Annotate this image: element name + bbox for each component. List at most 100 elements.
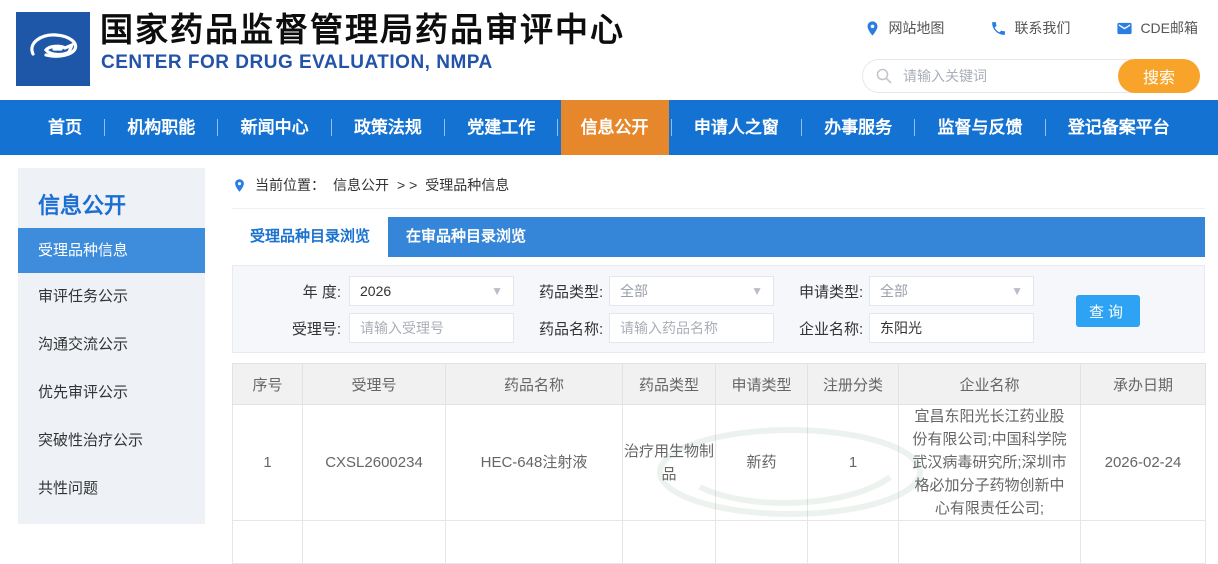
chevron-down-icon: ▼ bbox=[1011, 284, 1023, 298]
nav-separator bbox=[670, 119, 672, 136]
column-header-2: 药品名称 bbox=[445, 363, 623, 405]
nav-item-2[interactable]: 新闻中心 bbox=[221, 100, 329, 155]
tab-under-review-catalog[interactable]: 在审品种目录浏览 bbox=[388, 217, 544, 257]
nav-separator bbox=[801, 119, 803, 136]
sitemap-label: 网站地图 bbox=[888, 20, 945, 36]
contact-link[interactable]: 联系我们 bbox=[990, 18, 1070, 38]
table-header-row: 序号 受理号 药品名称 药品类型 申请类型 注册分类 企业名称 承办日期 bbox=[232, 363, 1206, 405]
title-block: 国家药品监督管理局药品审评中心 CENTER FOR DRUG EVALUATI… bbox=[100, 10, 625, 74]
apply-type-label: 申请类型: bbox=[799, 283, 864, 301]
drug-name-filter: 药品名称: bbox=[539, 313, 774, 343]
sidebar: 信息公开 受理品种信息 审评任务公示 沟通交流公示 优先审评公示 突破性治疗公示 共性问题 bbox=[18, 168, 205, 524]
apply-type-filter: 申请类型: 全部 ▼ bbox=[799, 276, 1034, 306]
column-header-0: 序号 bbox=[232, 363, 303, 405]
site-search-bar: 搜索 bbox=[862, 59, 1200, 93]
column-header-3: 药品类型 bbox=[622, 363, 716, 405]
acceptance-no-label: 受理号: bbox=[291, 320, 341, 338]
cde-mail-link[interactable]: CDE邮箱 bbox=[1116, 18, 1198, 38]
main-nav: 首页 机构职能 新闻中心 政策法规 党建工作 信息公开 申请人之窗 办事服务 监督与反馈 登记备案… bbox=[0, 100, 1218, 155]
filter-row-1: 年 度: 2026 ▼ 药品类型: 全部 ▼ 申请类型: 全部 ▼ bbox=[233, 276, 1204, 306]
nav-item-4[interactable]: 党建工作 bbox=[447, 100, 555, 155]
nav-separator bbox=[557, 119, 559, 136]
filter-panel: 年 度: 2026 ▼ 药品类型: 全部 ▼ 申请类型: 全部 ▼ 受理号: 请… bbox=[232, 265, 1205, 353]
nav-item-1[interactable]: 机构职能 bbox=[107, 100, 215, 155]
sidebar-item-2[interactable]: 沟通交流公示 bbox=[18, 321, 205, 369]
column-header-1: 受理号 bbox=[302, 363, 446, 405]
nav-item-6[interactable]: 申请人之窗 bbox=[674, 100, 799, 155]
drug-name-label: 药品名称: bbox=[539, 320, 604, 338]
sitemap-link[interactable]: 网站地图 bbox=[864, 18, 944, 38]
phone-icon bbox=[992, 21, 1006, 35]
company-name-filter: 企业名称: bbox=[799, 313, 1034, 343]
column-header-7: 承办日期 bbox=[1080, 363, 1206, 405]
table-row: 1 CXSL2600234 HEC-648注射液 治疗用生物制品 新药 1 宜昌东阳光长江药… bbox=[232, 404, 1206, 521]
nav-separator bbox=[330, 119, 332, 136]
quick-links: 网站地图 联系我们 CDE邮箱 bbox=[864, 18, 1198, 38]
sidebar-item-5[interactable]: 共性问题 bbox=[18, 465, 205, 513]
acceptance-no-filter: 受理号: bbox=[279, 313, 514, 343]
contact-label: 联系我们 bbox=[1014, 20, 1071, 36]
nav-separator bbox=[217, 119, 219, 136]
search-button[interactable]: 搜索 bbox=[1118, 59, 1200, 93]
table-cell: 1 bbox=[807, 404, 899, 521]
nav-separator bbox=[444, 119, 446, 136]
nav-item-3[interactable]: 政策法规 bbox=[334, 100, 442, 155]
drug-name-input[interactable] bbox=[609, 313, 774, 343]
column-header-6: 企业名称 bbox=[898, 363, 1081, 405]
table-cell: CXSL2600234 bbox=[302, 404, 446, 521]
year-filter: 年 度: 2026 ▼ bbox=[279, 276, 514, 306]
page-subtitle: CENTER FOR DRUG EVALUATION, NMPA bbox=[101, 52, 493, 73]
breadcrumb-current: 受理品种信息 bbox=[425, 177, 510, 193]
nav-separator bbox=[1044, 119, 1046, 136]
table-cell: 治疗用生物制品 bbox=[622, 404, 716, 521]
chevron-down-icon: ▼ bbox=[491, 284, 503, 298]
breadcrumb-prefix: 当前位置： bbox=[255, 177, 325, 193]
site-header: 国家药品监督管理局药品审评中心 CENTER FOR DRUG EVALUATI… bbox=[0, 0, 1218, 100]
drug-type-filter: 药品类型: 全部 ▼ bbox=[539, 276, 774, 306]
nav-item-0[interactable]: 首页 bbox=[28, 100, 102, 155]
drug-type-select[interactable]: 全部 ▼ bbox=[609, 276, 774, 306]
sidebar-item-3[interactable]: 优先审评公示 bbox=[18, 369, 205, 417]
filter-row-2: 受理号: 药品名称: 企业名称: bbox=[233, 313, 1204, 343]
breadcrumb-section[interactable]: 信息公开 bbox=[333, 175, 389, 195]
company-name-label: 企业名称: bbox=[799, 320, 864, 338]
company-name-input[interactable] bbox=[869, 313, 1034, 343]
apply-type-select[interactable]: 全部 ▼ bbox=[869, 276, 1034, 306]
search-input[interactable] bbox=[901, 67, 1118, 85]
sidebar-title: 信息公开 bbox=[38, 193, 127, 218]
nav-item-9[interactable]: 登记备案平台 bbox=[1048, 100, 1190, 155]
sidebar-item-0[interactable]: 受理品种信息 bbox=[18, 228, 205, 273]
tab-bar: 受理品种目录浏览 在审品种目录浏览 bbox=[232, 217, 1205, 257]
search-icon bbox=[876, 68, 892, 84]
results-table: 序号 受理号 药品名称 药品类型 申请类型 注册分类 企业名称 承办日期 1 CXSL26002… bbox=[232, 363, 1206, 564]
main-panel: 当前位置： 信息公开 > > 受理品种信息 受理品种目录浏览 在审品种目录浏览 年… bbox=[232, 155, 1206, 564]
sidebar-item-1[interactable]: 审评任务公示 bbox=[18, 273, 205, 321]
cde-mail-label: CDE邮箱 bbox=[1140, 20, 1198, 36]
location-pin-icon bbox=[235, 178, 244, 192]
nav-item-7[interactable]: 办事服务 bbox=[804, 100, 912, 155]
table-cell: 2026-02-24 bbox=[1080, 404, 1206, 521]
sidebar-item-4[interactable]: 突破性治疗公示 bbox=[18, 417, 205, 465]
tab-accepted-catalog[interactable]: 受理品种目录浏览 bbox=[232, 217, 388, 257]
chevron-down-icon: ▼ bbox=[751, 284, 763, 298]
table-cell: 新药 bbox=[715, 404, 808, 521]
year-select[interactable]: 2026 ▼ bbox=[349, 276, 514, 306]
column-header-5: 注册分类 bbox=[807, 363, 899, 405]
nav-separator bbox=[914, 119, 916, 136]
acceptance-no-input[interactable] bbox=[349, 313, 514, 343]
page-title: 国家药品监督管理局药品审评中心 bbox=[100, 11, 625, 48]
table-row-clipped bbox=[232, 520, 1206, 564]
envelope-icon bbox=[1117, 22, 1133, 34]
year-label: 年 度: bbox=[302, 283, 341, 301]
drug-type-label: 药品类型: bbox=[539, 283, 604, 301]
query-button[interactable]: 查询 bbox=[1076, 295, 1140, 327]
breadcrumb-separator: > > bbox=[397, 177, 418, 193]
nav-separator bbox=[104, 119, 106, 136]
cde-logo bbox=[16, 12, 90, 86]
table-cell: HEC-648注射液 bbox=[445, 404, 623, 521]
breadcrumb: 当前位置： 信息公开 > > 受理品种信息 bbox=[232, 175, 1205, 209]
nav-item-5[interactable]: 信息公开 bbox=[560, 100, 669, 155]
location-pin-icon bbox=[867, 20, 878, 36]
column-header-4: 申请类型 bbox=[715, 363, 808, 405]
nav-item-8[interactable]: 监督与反馈 bbox=[918, 100, 1043, 155]
